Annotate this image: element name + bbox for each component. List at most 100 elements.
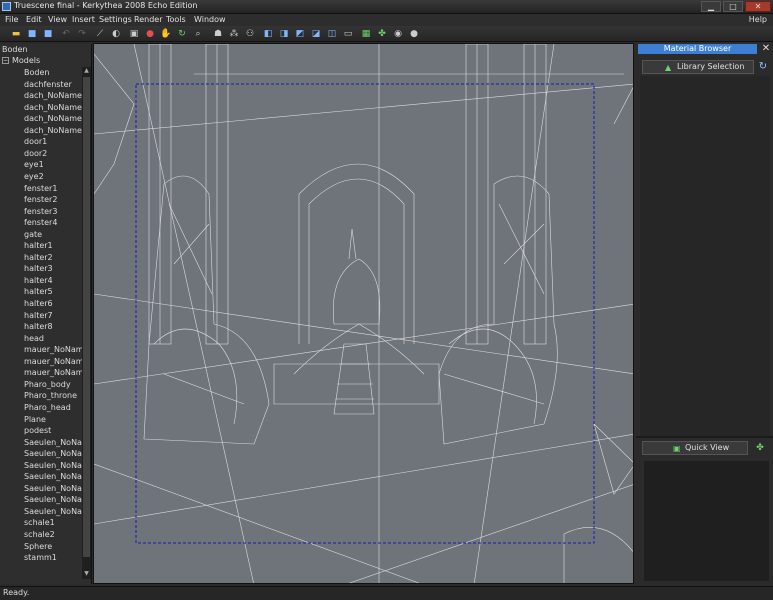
tree-item[interactable]: Saeulen_NoName — [24, 448, 82, 459]
render-settings-icon[interactable]: ▦ — [360, 28, 372, 40]
expand-toggle-icon[interactable]: − — [2, 57, 9, 64]
view-bottom-icon[interactable]: ▭ — [342, 28, 354, 40]
undo-icon[interactable]: ↶ — [60, 28, 72, 40]
quick-view-button[interactable]: ▣ Quick View — [642, 441, 748, 455]
maximize-button[interactable]: □ — [723, 1, 743, 12]
view-back-icon[interactable]: ◨ — [278, 28, 290, 40]
menu-edit[interactable]: Edit — [26, 14, 42, 26]
library-selection-button[interactable]: ▲ Library Selection — [642, 60, 754, 74]
tree-item[interactable]: Saeulen_NoName — [24, 506, 82, 517]
material-icon[interactable]: ✤ — [376, 28, 388, 40]
tree-item[interactable]: eye2 — [24, 171, 82, 182]
tree-item[interactable]: mauer_NoName,4 — [24, 367, 82, 378]
tree-item[interactable]: gate — [24, 229, 82, 240]
menu-insert[interactable]: Insert — [72, 14, 95, 26]
tree-item[interactable]: mauer_NoName,2 — [24, 356, 82, 367]
tree-item[interactable]: Saeulen_NoName — [24, 494, 82, 505]
tree-item[interactable]: stamm1 — [24, 552, 82, 563]
sphere-icon[interactable]: ● — [408, 28, 420, 40]
menu-file[interactable]: File — [5, 14, 18, 26]
tree-item[interactable]: dach_NoName,4 — [24, 90, 82, 101]
save-as-icon[interactable]: ■ — [42, 28, 54, 40]
zoom-icon[interactable]: ⌕ — [192, 28, 204, 40]
tree-item[interactable]: halter2 — [24, 252, 82, 263]
camera-multi-icon[interactable]: ⁂ — [228, 28, 240, 40]
minimize-button[interactable]: ▁ — [701, 1, 721, 12]
view-right-icon[interactable]: ◪ — [310, 28, 322, 40]
tree-item[interactable]: dach_NoName,2 — [24, 102, 82, 113]
render-icon[interactable]: ◉ — [392, 28, 404, 40]
panel-close-icon[interactable]: ✕ — [760, 43, 772, 55]
menu-help[interactable]: Help — [749, 14, 767, 26]
view-top-icon[interactable]: ◫ — [326, 28, 338, 40]
3d-viewport[interactable] — [93, 43, 634, 584]
menu-view[interactable]: View — [48, 14, 67, 26]
save-icon[interactable]: ■ — [26, 28, 38, 40]
tree-item[interactable]: Plane — [24, 414, 82, 425]
tree-item[interactable]: Saeulen_NoName — [24, 437, 82, 448]
quick-view-icon: ▣ — [673, 444, 681, 453]
tree-item[interactable]: Boden — [24, 67, 82, 78]
title-bar: Truescene final - Kerkythea 2008 Echo Ed… — [0, 0, 773, 14]
material-library-area[interactable] — [640, 76, 770, 436]
menu-window[interactable]: Window — [194, 14, 226, 26]
tree-item[interactable]: dach_NoName,33 — [24, 125, 82, 136]
menu-render[interactable]: Render — [134, 14, 162, 26]
tree-item[interactable]: fenster1 — [24, 183, 82, 194]
tree-item[interactable]: Saeulen_NoName — [24, 460, 82, 471]
tree-item[interactable]: fenster2 — [24, 194, 82, 205]
camera-icon[interactable]: ☗ — [212, 28, 224, 40]
menu-tools[interactable]: Tools — [166, 14, 186, 26]
tree-item[interactable]: Pharo_throne — [24, 390, 82, 401]
tree-item[interactable]: dachfenster — [24, 79, 82, 90]
tree-item[interactable]: eye1 — [24, 159, 82, 170]
view-left-icon[interactable]: ◩ — [294, 28, 306, 40]
select-icon[interactable]: ▣ — [128, 28, 140, 40]
models-group[interactable]: − Models — [2, 56, 40, 65]
tree-item[interactable]: schale2 — [24, 529, 82, 540]
tree-item[interactable]: halter4 — [24, 275, 82, 286]
tree-item[interactable]: fenster4 — [24, 217, 82, 228]
pan-hand-icon[interactable]: ✋ — [160, 28, 172, 40]
panel-divider[interactable] — [636, 436, 773, 438]
menu-settings[interactable]: Settings — [99, 14, 132, 26]
tree-item[interactable]: Pharo_body — [24, 379, 82, 390]
scroll-down-icon[interactable]: ▼ — [82, 570, 91, 579]
tree-item[interactable]: door1 — [24, 136, 82, 147]
tree-item[interactable]: Saeulen_NoName — [24, 483, 82, 494]
tree-item[interactable]: dach_NoName,32 — [24, 113, 82, 124]
redo-icon[interactable]: ↷ — [76, 28, 88, 40]
tree-item[interactable]: halter1 — [24, 240, 82, 251]
record-icon[interactable]: ● — [144, 28, 156, 40]
scene-root[interactable]: Boden — [2, 45, 27, 54]
tree-item[interactable]: Saeulen_NoName — [24, 471, 82, 482]
rotate-icon[interactable]: ↻ — [176, 28, 188, 40]
tree-item[interactable]: halter7 — [24, 310, 82, 321]
tree-item[interactable]: door2 — [24, 148, 82, 159]
open-icon[interactable]: ▬ — [10, 28, 22, 40]
tree-item[interactable]: halter8 — [24, 321, 82, 332]
camera-target-icon[interactable]: ⚇ — [244, 28, 256, 40]
tree-scrollbar[interactable]: ▲ ▼ — [82, 67, 91, 579]
tree-item[interactable]: halter6 — [24, 298, 82, 309]
refresh-icon[interactable]: ↻ — [756, 60, 770, 74]
material-settings-icon[interactable]: ✤ — [752, 441, 768, 455]
menu-bar: File Edit View Insert Settings Render To… — [0, 14, 773, 26]
scroll-up-icon[interactable]: ▲ — [82, 67, 91, 76]
tree-item[interactable]: podest — [24, 425, 82, 436]
tree-item[interactable]: head — [24, 333, 82, 344]
scrollbar-thumb[interactable] — [83, 77, 90, 557]
quick-view-area — [644, 461, 769, 581]
tree-item[interactable]: halter5 — [24, 286, 82, 297]
tree-item[interactable]: mauer_NoName,1 — [24, 344, 82, 355]
wand-icon[interactable]: ⟋ — [94, 28, 106, 40]
close-button[interactable]: ✕ — [745, 1, 771, 12]
tree-item[interactable]: schale1 — [24, 517, 82, 528]
tree-item[interactable]: fenster3 — [24, 206, 82, 217]
view-front-icon[interactable]: ◧ — [262, 28, 274, 40]
tree-item[interactable]: halter3 — [24, 263, 82, 274]
status-bar: Ready. — [0, 586, 773, 600]
tree-item[interactable]: Pharo_head — [24, 402, 82, 413]
moon-icon[interactable]: ◐ — [110, 28, 122, 40]
tree-item[interactable]: Sphere — [24, 541, 82, 552]
